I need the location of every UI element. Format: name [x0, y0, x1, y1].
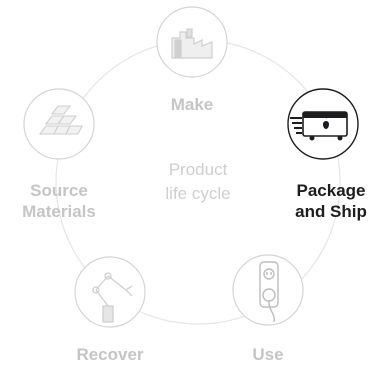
stage-source-node[interactable]	[23, 88, 95, 160]
make-label-line1: Make	[170, 95, 214, 114]
stage-label-package: Package and Ship	[286, 180, 375, 222]
center-title-line1: Product	[168, 160, 228, 179]
center-title: Product life cycle	[138, 158, 258, 206]
center-title-line2: life cycle	[165, 184, 231, 203]
stage-use-node[interactable]	[232, 254, 304, 326]
stage-make-node[interactable]	[156, 6, 228, 78]
recover-label-line1: Recover	[76, 345, 144, 364]
stage-recover-node[interactable]	[74, 256, 146, 328]
use-node-circle	[232, 254, 304, 326]
stage-label-use: Use	[243, 344, 293, 365]
stage-label-source: Source Materials	[0, 180, 118, 222]
source-label-line2: Materials	[22, 202, 96, 221]
package-label-line2: and Ship	[295, 202, 367, 221]
stage-package-node[interactable]	[287, 88, 359, 160]
source-label-line1: Source	[30, 181, 88, 200]
lifecycle-diagram: Make Package and Ship Use Recover Source…	[0, 0, 375, 371]
use-label-line1: Use	[252, 345, 284, 364]
stage-label-make: Make	[150, 94, 234, 115]
package-label-line1: Package	[296, 181, 366, 200]
stage-label-recover: Recover	[58, 344, 162, 365]
